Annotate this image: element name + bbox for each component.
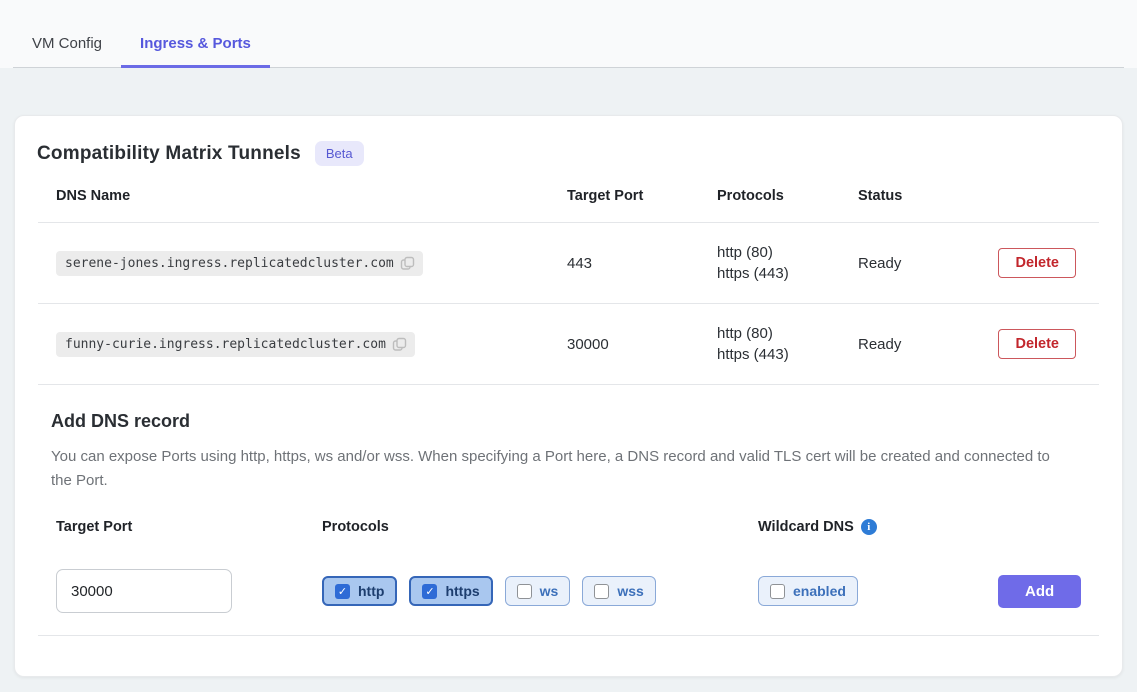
protocol-checkbox-group: ✓ http ✓ https ws wss: [322, 576, 758, 606]
divider: [38, 635, 1099, 636]
protocol-line: http (80): [717, 242, 858, 263]
checkbox-empty-icon: [594, 584, 609, 599]
form-header-row: Target Port Protocols Wildcard DNS i: [38, 493, 1099, 551]
delete-button[interactable]: Delete: [998, 329, 1076, 359]
dns-name-pill: funny-curie.ingress.replicatedcluster.co…: [56, 332, 415, 357]
target-port-input[interactable]: [56, 569, 232, 613]
tab-bar: VM Config Ingress & Ports: [0, 0, 1137, 68]
checkbox-ws[interactable]: ws: [505, 576, 571, 606]
checkbox-empty-icon: [770, 584, 785, 599]
tunnels-card: Compatibility Matrix Tunnels Beta DNS Na…: [14, 115, 1123, 677]
checkbox-wss[interactable]: wss: [582, 576, 655, 606]
add-button[interactable]: Add: [998, 575, 1081, 608]
delete-button[interactable]: Delete: [998, 248, 1076, 278]
tunnels-table: DNS Name Target Port Protocols Status se…: [15, 174, 1122, 385]
beta-badge: Beta: [315, 141, 364, 166]
checkbox-http[interactable]: ✓ http: [322, 576, 397, 606]
form-label-protocols: Protocols: [322, 519, 758, 535]
target-port-cell: 443: [567, 255, 717, 272]
tab-vm-config[interactable]: VM Config: [13, 21, 121, 68]
col-header-dns-name: DNS Name: [56, 188, 567, 204]
checkbox-check-icon: ✓: [422, 584, 437, 599]
protocol-line: https (443): [717, 263, 858, 284]
checkbox-check-icon: ✓: [335, 584, 350, 599]
checkbox-label: wss: [617, 583, 643, 599]
card-title: Compatibility Matrix Tunnels: [37, 143, 301, 165]
checkbox-label: ws: [540, 583, 559, 599]
checkbox-https[interactable]: ✓ https: [409, 576, 492, 606]
form-label-target-port: Target Port: [56, 519, 322, 535]
add-form-row: ✓ http ✓ https ws wss: [38, 551, 1099, 635]
col-header-target-port: Target Port: [567, 188, 717, 204]
form-label-wildcard-dns: Wildcard DNS: [758, 519, 854, 535]
info-icon[interactable]: i: [861, 519, 877, 535]
copy-icon[interactable]: [400, 256, 415, 271]
main-content: Compatibility Matrix Tunnels Beta DNS Na…: [0, 68, 1137, 677]
dns-name-text: funny-curie.ingress.replicatedcluster.co…: [65, 337, 386, 352]
protocol-line: https (443): [717, 344, 858, 365]
copy-icon[interactable]: [392, 337, 407, 352]
checkbox-label: http: [358, 583, 384, 599]
target-port-cell: 30000: [567, 336, 717, 353]
col-header-status: Status: [858, 188, 997, 204]
protocol-line: http (80): [717, 323, 858, 344]
checkbox-wildcard-enabled[interactable]: enabled: [758, 576, 858, 606]
add-dns-description: You can expose Ports using http, https, …: [51, 445, 1061, 493]
table-header-row: DNS Name Target Port Protocols Status: [38, 174, 1099, 222]
checkbox-label: enabled: [793, 583, 846, 599]
dns-name-pill: serene-jones.ingress.replicatedcluster.c…: [56, 251, 423, 276]
table-row: funny-curie.ingress.replicatedcluster.co…: [38, 304, 1099, 384]
add-dns-title: Add DNS record: [51, 385, 1086, 445]
status-cell: Ready: [858, 255, 997, 272]
checkbox-label: https: [445, 583, 479, 599]
dns-name-text: serene-jones.ingress.replicatedcluster.c…: [65, 256, 394, 271]
status-cell: Ready: [858, 336, 997, 353]
add-dns-section: Add DNS record You can expose Ports usin…: [15, 385, 1122, 636]
tab-ingress-ports[interactable]: Ingress & Ports: [121, 21, 270, 68]
col-header-protocols: Protocols: [717, 188, 858, 204]
table-row: serene-jones.ingress.replicatedcluster.c…: [38, 223, 1099, 303]
card-header: Compatibility Matrix Tunnels Beta: [15, 116, 1122, 174]
checkbox-empty-icon: [517, 584, 532, 599]
